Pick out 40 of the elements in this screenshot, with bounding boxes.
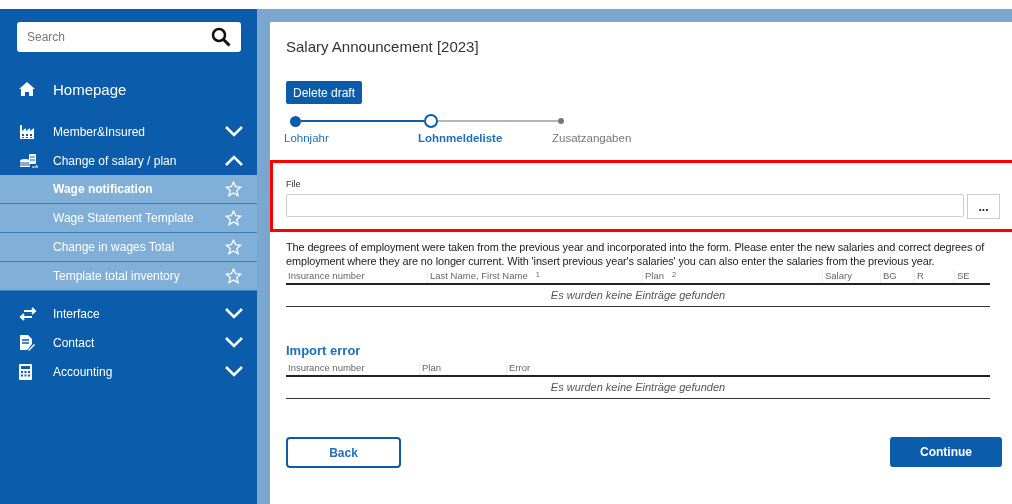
empty-message: Es wurden keine Einträge gefunden (286, 377, 990, 399)
search-icon[interactable] (211, 27, 231, 47)
column-header[interactable]: Error (509, 362, 531, 373)
star-icon[interactable] (225, 210, 242, 226)
delete-draft-button[interactable]: Delete draft (286, 81, 363, 104)
nav-item[interactable]: Change of salary / plan (0, 146, 257, 175)
star-icon[interactable] (225, 268, 242, 284)
column-header[interactable]: Insurance number (288, 270, 365, 281)
column-header[interactable]: BG (883, 270, 897, 281)
nav-item[interactable]: Interface (0, 299, 257, 328)
column-header[interactable]: Plan (645, 270, 664, 281)
home-icon (19, 82, 35, 96)
search-field[interactable]: Search (17, 22, 241, 52)
nav-item[interactable]: Homepage (0, 71, 257, 107)
nav-item[interactable]: Contact (0, 328, 257, 357)
column-header[interactable]: Last Name, First Name (430, 270, 528, 281)
empty-message: Es wurden keine Einträge gefunden (286, 285, 990, 307)
column-header[interactable]: Insurance number (288, 362, 365, 373)
factory-icon (19, 123, 37, 140)
document-edit-icon (19, 334, 35, 351)
coins-icon (19, 152, 39, 169)
calculator-icon (19, 363, 32, 380)
nav-item[interactable]: Member&Insured (0, 117, 257, 146)
page-title: Salary Announcement [2023] (285, 37, 480, 57)
field-label: File (286, 179, 301, 189)
column-header[interactable]: Plan (422, 362, 441, 373)
step-label[interactable]: Zusatzangaben (552, 132, 692, 144)
swap-arrows-icon (19, 306, 37, 321)
column-header[interactable]: SE (957, 270, 970, 281)
file-input-field[interactable] (286, 194, 965, 217)
column-header[interactable]: R (917, 270, 924, 281)
browse-button[interactable]: ... (967, 194, 1000, 219)
star-icon[interactable] (225, 181, 242, 197)
nav-item[interactable]: Accounting (0, 357, 257, 386)
back-button[interactable]: Back (286, 437, 401, 468)
continue-button[interactable]: Continue (890, 437, 1002, 467)
star-icon[interactable] (225, 239, 242, 255)
column-header[interactable]: Salary (825, 270, 852, 281)
section-heading: Import error (286, 343, 362, 358)
info-text: The degrees of employment were taken from the previous year and incorporated into the form. Please enter the new salaries and correct degrees of employment where they are no longer current. With 'insert previous year's salaries' you can also enter the salaries from the previous year. (286, 240, 986, 268)
